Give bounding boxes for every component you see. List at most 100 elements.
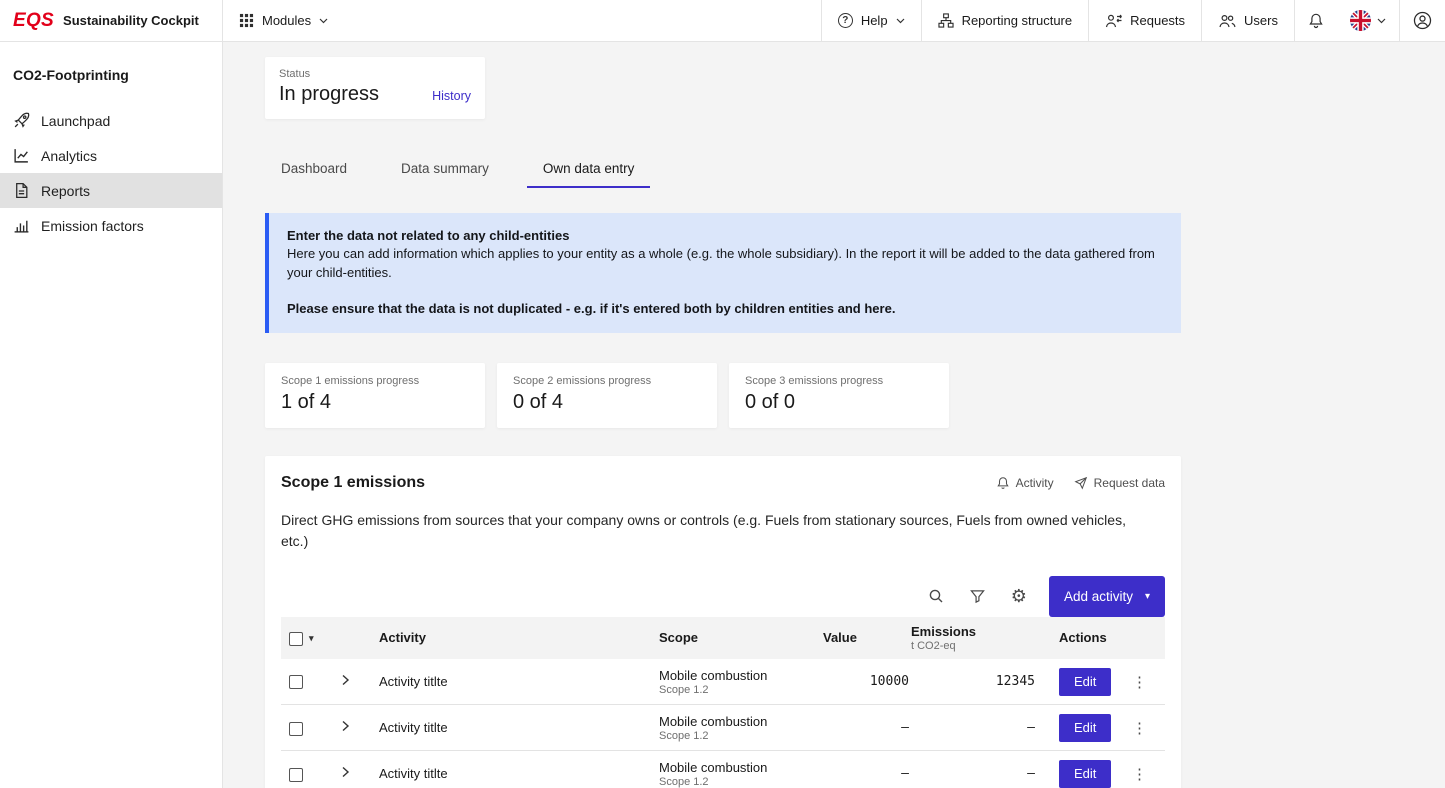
modules-label: Modules — [262, 13, 311, 28]
cell-activity: Activity titlte — [371, 659, 651, 705]
table-header-row: ▾ Activity Scope Value Emissions t CO2-e… — [281, 617, 1165, 659]
progress-cards: Scope 1 emissions progress 1 of 4 Scope … — [265, 363, 1181, 428]
scope-section-title: Scope 1 emissions — [281, 474, 425, 492]
progress-label: Scope 2 emissions progress — [513, 375, 701, 387]
sidebar-item-reports[interactable]: Reports — [0, 173, 222, 208]
status-value: In progress — [279, 83, 379, 106]
row-checkbox[interactable] — [289, 722, 303, 736]
cell-scope: Mobile combustion Scope 1.2 — [651, 751, 811, 788]
hierarchy-icon — [938, 13, 954, 28]
requests-button[interactable]: Requests — [1089, 0, 1201, 41]
cell-emissions: 12345 — [911, 659, 1041, 705]
modules-menu[interactable]: Modules — [223, 0, 344, 41]
uk-flag-icon — [1350, 10, 1371, 31]
column-header-activity: Activity — [371, 617, 651, 659]
search-icon[interactable] — [915, 588, 957, 604]
progress-label: Scope 3 emissions progress — [745, 375, 933, 387]
sidebar-item-launchpad[interactable]: Launchpad — [0, 103, 222, 138]
info-banner: Enter the data not related to any child-… — [265, 213, 1181, 333]
notifications-bell-button[interactable] — [1295, 0, 1337, 41]
reporting-structure-label: Reporting structure — [962, 13, 1073, 28]
activities-table: ⚙ Add activity ▾ ▾ — [281, 576, 1165, 788]
filter-icon[interactable] — [957, 589, 998, 604]
request-data-link-label: Request data — [1094, 476, 1165, 490]
language-selector[interactable] — [1337, 0, 1399, 41]
cell-activity: Activity titlte — [371, 751, 651, 788]
scope-description: Direct GHG emissions from sources that y… — [281, 510, 1153, 552]
chevron-down-icon — [896, 18, 905, 24]
add-activity-button[interactable]: Add activity ▾ — [1049, 576, 1165, 617]
activity-link[interactable]: Activity — [996, 476, 1054, 490]
help-menu[interactable]: ? Help — [822, 0, 921, 41]
select-menu-caret-icon[interactable]: ▾ — [309, 633, 314, 643]
brand[interactable]: EQS Sustainability Cockpit — [0, 0, 223, 41]
sidebar: CO2-Footprinting Launchpad Analytics Rep… — [0, 42, 223, 788]
chevron-down-icon — [319, 18, 328, 24]
help-icon: ? — [838, 13, 853, 28]
sidebar-item-analytics[interactable]: Analytics — [0, 138, 222, 173]
cell-value: – — [811, 751, 911, 788]
bell-icon — [1308, 12, 1324, 29]
tab-data-summary[interactable]: Data summary — [385, 151, 505, 188]
requests-label: Requests — [1130, 13, 1185, 28]
reporting-structure-button[interactable]: Reporting structure — [922, 0, 1089, 41]
edit-button[interactable]: Edit — [1059, 760, 1111, 788]
scope1-emissions-card: Scope 1 emissions Activity Request data — [265, 456, 1181, 788]
progress-value: 0 of 0 — [745, 391, 933, 414]
expand-row-icon[interactable] — [339, 673, 351, 687]
brand-title: Sustainability Cockpit — [63, 13, 199, 28]
kebab-menu-icon[interactable]: ⋮ — [1128, 763, 1151, 785]
sidebar-item-label: Analytics — [41, 148, 97, 164]
cell-emissions: – — [911, 705, 1041, 751]
scope1-progress-card: Scope 1 emissions progress 1 of 4 — [265, 363, 485, 428]
tab-dashboard[interactable]: Dashboard — [265, 151, 363, 188]
info-banner-body: Here you can add information which appli… — [287, 245, 1163, 282]
edit-button[interactable]: Edit — [1059, 668, 1111, 696]
activity-link-label: Activity — [1016, 476, 1054, 490]
info-banner-note: Please ensure that the data is not dupli… — [287, 300, 1163, 318]
grid-icon — [239, 13, 254, 28]
topbar: EQS Sustainability Cockpit Modules ? Hel… — [0, 0, 1445, 42]
sidebar-title: CO2-Footprinting — [0, 42, 222, 103]
cell-emissions: – — [911, 751, 1041, 788]
document-icon — [13, 182, 30, 199]
kebab-menu-icon[interactable]: ⋮ — [1128, 671, 1151, 693]
kebab-menu-icon[interactable]: ⋮ — [1128, 717, 1151, 739]
table-row: Activity titlte Mobile combustion Scope … — [281, 751, 1165, 788]
profile-icon — [1413, 11, 1432, 30]
profile-button[interactable] — [1400, 0, 1445, 41]
column-header-value: Value — [811, 617, 911, 659]
tab-own-data-entry[interactable]: Own data entry — [527, 151, 651, 188]
expand-row-icon[interactable] — [339, 719, 351, 733]
history-link[interactable]: History — [432, 89, 471, 103]
sidebar-nav: Launchpad Analytics Reports Emission fac… — [0, 103, 222, 243]
edit-button[interactable]: Edit — [1059, 714, 1111, 742]
row-checkbox[interactable] — [289, 675, 303, 689]
users-label: Users — [1244, 13, 1278, 28]
select-all-checkbox[interactable] — [289, 632, 303, 646]
cell-scope: Mobile combustion Scope 1.2 — [651, 659, 811, 705]
scope3-progress-card: Scope 3 emissions progress 0 of 0 — [729, 363, 949, 428]
column-header-emissions: Emissions t CO2-eq — [911, 617, 1041, 659]
sidebar-item-label: Launchpad — [41, 113, 110, 129]
table-row: Activity titlte Mobile combustion Scope … — [281, 659, 1165, 705]
scope2-progress-card: Scope 2 emissions progress 0 of 4 — [497, 363, 717, 428]
tab-bar: Dashboard Data summary Own data entry — [265, 151, 1181, 188]
send-icon — [1074, 476, 1088, 490]
main-content: Status In progress History Dashboard Dat… — [223, 42, 1445, 788]
status-card: Status In progress History — [265, 57, 485, 119]
cell-scope: Mobile combustion Scope 1.2 — [651, 705, 811, 751]
cell-activity: Activity titlte — [371, 705, 651, 751]
cell-value: 10000 — [811, 659, 911, 705]
request-data-link[interactable]: Request data — [1074, 476, 1165, 490]
table-row: Activity titlte Mobile combustion Scope … — [281, 705, 1165, 751]
users-button[interactable]: Users — [1202, 0, 1294, 41]
settings-gear-icon[interactable]: ⚙ — [998, 587, 1040, 605]
sidebar-item-emission-factors[interactable]: Emission factors — [0, 208, 222, 243]
status-label: Status — [279, 68, 471, 80]
topbar-spacer — [344, 0, 821, 41]
user-arrows-icon — [1105, 13, 1122, 29]
table-toolbar: ⚙ Add activity ▾ — [281, 576, 1165, 617]
expand-row-icon[interactable] — [339, 765, 351, 779]
row-checkbox[interactable] — [289, 768, 303, 782]
